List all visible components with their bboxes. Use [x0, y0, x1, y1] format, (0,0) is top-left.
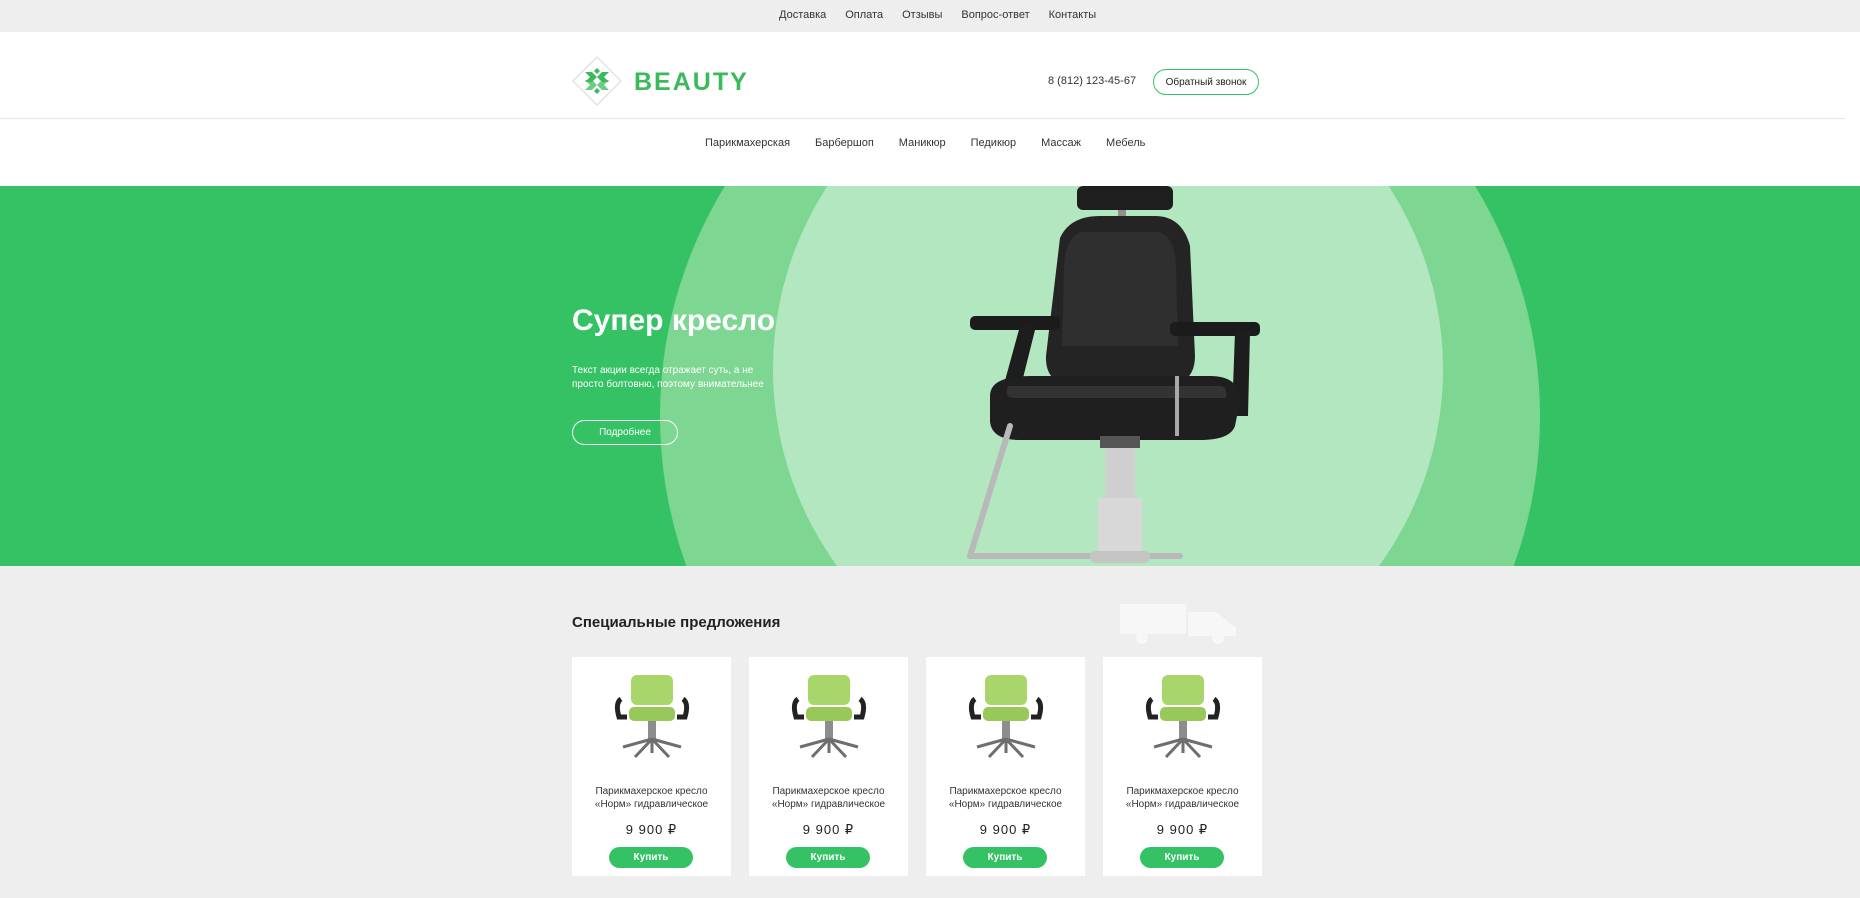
chair-image [967, 186, 1260, 563]
offers-title: Специальные предложения [572, 614, 781, 631]
top-nav-delivery[interactable]: Доставка [779, 9, 826, 21]
category-manicure[interactable]: Маникюр [899, 137, 946, 149]
product-card[interactable]: Парикмахерское кресло «Норм» гидравличес… [1103, 657, 1262, 876]
top-nav-reviews[interactable]: Отзывы [902, 9, 942, 21]
category-barbershop[interactable]: Барбершоп [815, 137, 874, 149]
top-nav-payment[interactable]: Оплата [845, 9, 883, 21]
hero-text: Текст акции всегда отражает суть, а не п… [572, 365, 764, 390]
product-name[interactable]: Парикмахерское кресло «Норм» гидравличес… [749, 785, 908, 811]
product-chair-image[interactable] [788, 673, 868, 759]
product-card[interactable]: Парикмахерское кресло «Норм» гидравличес… [749, 657, 908, 876]
product-price: 9 900 ₽ [979, 822, 1032, 837]
truck-icon [1120, 604, 1236, 644]
product-card[interactable]: Парикмахерское кресло «Норм» гидравличес… [572, 657, 731, 876]
buy-button[interactable]: Купить [609, 847, 693, 868]
buy-button[interactable]: Купить [963, 847, 1047, 868]
category-hairdresser[interactable]: Парикмахерская [705, 137, 790, 149]
phone-number[interactable]: 8 (812) 123-45-67 [1048, 75, 1136, 87]
callback-button[interactable]: Обратный звонок [1153, 69, 1259, 95]
product-chair-image[interactable] [611, 673, 691, 759]
buy-button[interactable]: Купить [1140, 847, 1224, 868]
hero-banner: Супер кресло Текст акции всегда отражает… [0, 186, 1860, 566]
category-pedicure[interactable]: Педикюр [971, 137, 1017, 149]
product-name[interactable]: Парикмахерское кресло «Норм» гидравличес… [926, 785, 1085, 811]
top-nav: Доставка Оплата Отзывы Вопрос-ответ Конт… [779, 9, 1096, 21]
product-price: 9 900 ₽ [802, 822, 855, 837]
top-bar: Доставка Оплата Отзывы Вопрос-ответ Конт… [0, 0, 1860, 32]
top-nav-contacts[interactable]: Контакты [1049, 9, 1097, 21]
category-furniture[interactable]: Мебель [1106, 137, 1145, 149]
category-nav: Парикмахерская Барбершоп Маникюр Педикюр… [705, 137, 1145, 149]
header: BEAUTY 8 (812) 123-45-67 Обратный звонок… [0, 32, 1860, 186]
category-massage[interactable]: Массаж [1041, 137, 1081, 149]
product-name[interactable]: Парикмахерское кресло «Норм» гидравличес… [572, 785, 731, 811]
product-price: 9 900 ₽ [1156, 822, 1209, 837]
brand-name[interactable]: BEAUTY [634, 68, 749, 97]
hero-details-button[interactable]: Подробнее [572, 420, 678, 445]
product-name[interactable]: Парикмахерское кресло «Норм» гидравличес… [1103, 785, 1262, 811]
logo-icon[interactable] [572, 56, 622, 106]
header-divider [0, 118, 1845, 119]
buy-button[interactable]: Купить [786, 847, 870, 868]
offers-list: Парикмахерское кресло «Норм» гидравличес… [572, 657, 1262, 876]
hero-title: Супер кресло [572, 304, 776, 337]
product-chair-image[interactable] [1142, 673, 1222, 759]
product-card[interactable]: Парикмахерское кресло «Норм» гидравличес… [926, 657, 1085, 876]
product-chair-image[interactable] [965, 673, 1045, 759]
top-nav-faq[interactable]: Вопрос-ответ [961, 9, 1029, 21]
product-price: 9 900 ₽ [625, 822, 678, 837]
